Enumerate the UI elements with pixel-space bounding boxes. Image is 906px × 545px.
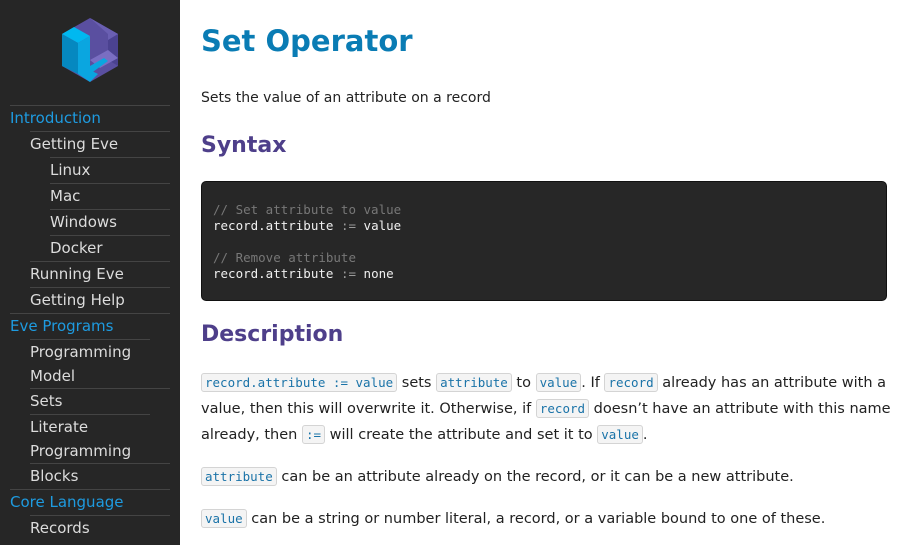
sidebar-item-linux[interactable]: Linux	[50, 157, 170, 183]
code-line: record.attribute := value	[213, 218, 875, 234]
text: . If	[581, 375, 605, 391]
sidebar-nav: Introduction Getting Eve Linux Mac Windo…	[10, 105, 170, 541]
text: will create the attribute and set it to	[325, 427, 598, 443]
sidebar-item-docker[interactable]: Docker	[50, 235, 170, 261]
sidebar-item-records[interactable]: Records	[30, 515, 170, 541]
page-title: Set Operator	[201, 24, 413, 58]
sidebar-item-programming-model[interactable]: Programming Model	[30, 339, 150, 388]
sidebar-item-blocks[interactable]: Blocks	[30, 463, 170, 489]
text: to	[511, 375, 536, 391]
code-operator: :=	[340, 218, 357, 233]
text: sets	[397, 375, 437, 391]
code-comment: // Remove attribute	[213, 250, 356, 265]
sidebar-item-mac[interactable]: Mac	[50, 183, 170, 209]
code-block: // Set attribute to value record.attribu…	[201, 181, 887, 301]
text: can be an attribute already on the recor…	[276, 469, 794, 485]
inline-code: record	[604, 373, 658, 392]
sidebar-item-windows[interactable]: Windows	[50, 209, 170, 235]
code-rhs: value	[363, 218, 402, 233]
page-subtitle: Sets the value of an attribute on a reco…	[201, 90, 491, 106]
inline-code: record	[535, 399, 590, 418]
text: .	[642, 427, 648, 443]
description-heading: Description	[201, 322, 344, 347]
sidebar-item-getting-eve[interactable]: Getting Eve	[30, 131, 170, 157]
inline-code: value	[201, 509, 247, 528]
text: can be a string or number literal, a rec…	[246, 511, 826, 527]
inline-code: attribute	[436, 373, 512, 392]
syntax-heading: Syntax	[201, 133, 287, 158]
code-rhs: none	[363, 266, 394, 281]
eve-logo-icon[interactable]	[62, 18, 118, 82]
description-paragraph: record.attribute := value sets attribute…	[201, 370, 891, 448]
inline-code: :=	[301, 425, 326, 444]
sidebar-item-sets[interactable]: Sets	[30, 388, 170, 414]
description-paragraph: attribute can be an attribute already on…	[201, 464, 891, 490]
inline-code: record.attribute := value	[201, 373, 398, 392]
sidebar: Introduction Getting Eve Linux Mac Windo…	[0, 0, 180, 545]
code-operator: :=	[340, 266, 357, 281]
inline-code: attribute	[201, 467, 277, 486]
code-line: record.attribute := none	[213, 266, 875, 282]
sidebar-item-core-language[interactable]: Core Language	[10, 489, 170, 515]
description-paragraph: value can be a string or number literal,…	[201, 506, 891, 532]
sidebar-item-running-eve[interactable]: Running Eve	[30, 261, 170, 287]
inline-code: value	[535, 373, 582, 392]
code-lhs: record.attribute	[213, 218, 334, 233]
sidebar-item-eve-programs[interactable]: Eve Programs	[10, 313, 170, 339]
sidebar-item-getting-help[interactable]: Getting Help	[30, 287, 170, 313]
inline-code: value	[597, 425, 643, 444]
code-lhs: record.attribute	[213, 266, 334, 281]
sidebar-item-introduction[interactable]: Introduction	[10, 105, 170, 131]
sidebar-item-literate-programming[interactable]: Literate Programming	[30, 414, 150, 463]
code-comment: // Set attribute to value	[213, 202, 402, 217]
